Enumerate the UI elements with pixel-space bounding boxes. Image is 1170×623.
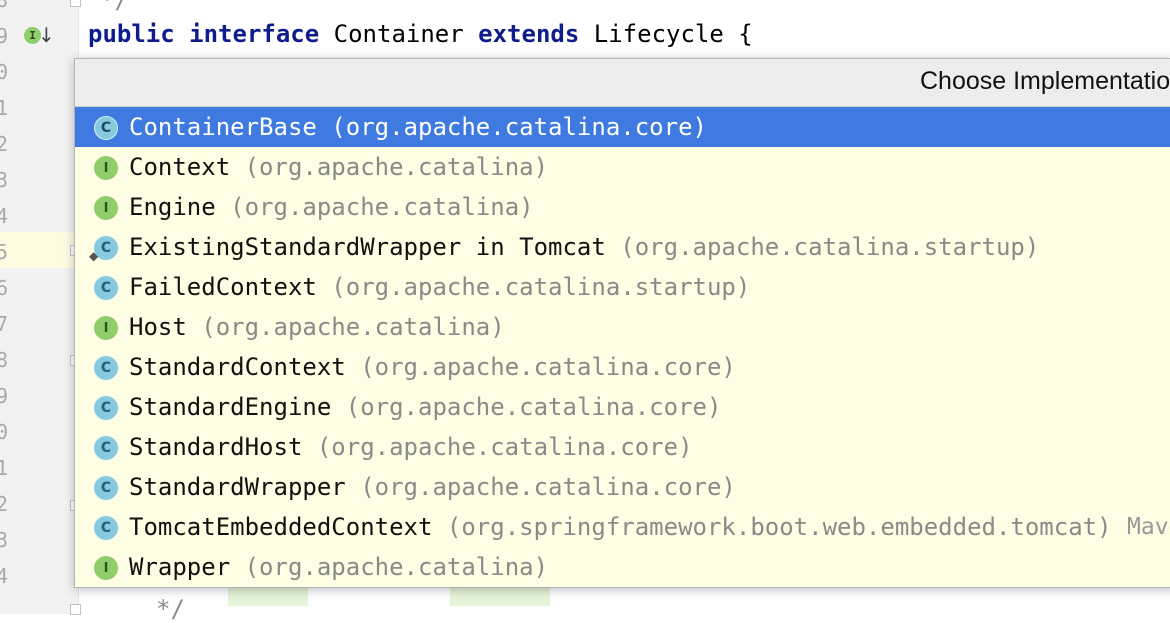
class-name: TomcatEmbeddedContext xyxy=(129,513,433,541)
interface-icon: I xyxy=(94,156,118,180)
interface-name: Container xyxy=(333,20,464,48)
class-name: Host xyxy=(129,313,187,341)
keyword: public xyxy=(88,20,175,48)
fold-marker[interactable] xyxy=(70,0,81,7)
code-line-interface-declaration[interactable]: public interface Container extends Lifec… xyxy=(88,20,753,48)
class-name: Context xyxy=(129,153,231,181)
keyword: interface xyxy=(189,20,320,48)
line-number: 2 xyxy=(0,132,8,156)
implementation-name: StandardWrapper (org.apache.catalina.cor… xyxy=(129,473,736,501)
interface-icon: I xyxy=(94,556,118,580)
line-number: 6 xyxy=(0,276,8,300)
class-name: Wrapper xyxy=(129,553,231,581)
implementation-name: FailedContext (org.apache.catalina.start… xyxy=(129,273,750,301)
line-number: 4 xyxy=(0,204,8,228)
class-icon: C xyxy=(94,396,118,420)
implementation-list-item[interactable]: I Host (org.apache.catalina) xyxy=(75,307,1170,347)
implementation-name: ContainerBase (org.apache.catalina.core) xyxy=(129,113,707,141)
implementation-list-item[interactable]: C StandardEngine (org.apache.catalina.cor… xyxy=(75,387,1170,427)
class-icon: C xyxy=(94,476,118,500)
class-name: StandardEngine xyxy=(129,393,332,421)
implementation-list-item[interactable]: C StandardHost (org.apache.catalina.core) xyxy=(75,427,1170,467)
code-highlight xyxy=(228,586,308,606)
package-name: (org.apache.catalina.core) xyxy=(360,473,736,501)
package-name: (org.apache.catalina) xyxy=(244,553,549,581)
line-number: 7 xyxy=(0,312,8,336)
implementation-name: StandardEngine (org.apache.catalina.core… xyxy=(129,393,721,421)
implementation-name: ExistingStandardWrapper in Tomcat (org.a… xyxy=(129,233,1039,261)
implementation-list-item[interactable]: C StandardWrapper (org.apache.catalina.co… xyxy=(75,467,1170,507)
code-comment-line: */ xyxy=(156,595,185,623)
module-label: Maven xyxy=(1127,514,1170,540)
keyword: extends xyxy=(478,20,580,48)
interface-icon: I xyxy=(94,196,118,220)
class-name: ExistingStandardWrapper in Tomcat xyxy=(129,233,606,261)
code-highlight xyxy=(450,586,550,606)
choose-implementation-popup: Choose Implementation C ContainerBase (or… xyxy=(74,58,1170,588)
class-icon: C xyxy=(94,356,118,380)
package-name: (org.apache.catalina.core) xyxy=(316,433,693,461)
editor-gutter xyxy=(0,0,78,614)
line-number: 0 xyxy=(0,60,8,84)
line-number: 1 xyxy=(0,96,8,120)
implementation-name: Context (org.apache.catalina) xyxy=(129,153,548,181)
package-name: (org.apache.catalina.startup) xyxy=(620,233,1040,261)
class-icon: C xyxy=(94,436,118,460)
class-icon: C xyxy=(94,116,118,140)
implementation-name: Wrapper (org.apache.catalina) xyxy=(129,553,548,581)
implementation-name: Host (org.apache.catalina) xyxy=(129,313,505,341)
implementation-list: C ContainerBase (org.apache.catalina.core… xyxy=(75,107,1170,587)
implementation-list-item[interactable]: I Engine (org.apache.catalina) xyxy=(75,187,1170,227)
package-name: (org.springframework.boot.web.embedded.t… xyxy=(446,513,1112,541)
implementation-list-item[interactable]: I Context (org.apache.catalina) xyxy=(75,147,1170,187)
interface-icon: I xyxy=(94,316,118,340)
line-number: 9 xyxy=(0,384,8,408)
class-name: Engine xyxy=(129,193,216,221)
package-name: (org.apache.catalina) xyxy=(230,193,534,221)
package-name: (org.apache.catalina.core) xyxy=(345,393,722,421)
class-name: StandardHost xyxy=(129,433,303,461)
implementation-name: Engine (org.apache.catalina) xyxy=(129,193,534,221)
implementation-name: StandardHost (org.apache.catalina.core) xyxy=(129,433,693,461)
package-name: (org.apache.catalina.core) xyxy=(360,353,736,381)
line-number: 1 xyxy=(0,456,8,480)
popup-header: Choose Implementation xyxy=(75,59,1170,107)
implementation-list-item[interactable]: C StandardContext (org.apache.catalina.co… xyxy=(75,347,1170,387)
package-name: (org.apache.catalina.startup) xyxy=(331,273,751,301)
line-number: 2 xyxy=(0,492,8,516)
class-name: ContainerBase xyxy=(129,113,317,141)
line-number: 3 xyxy=(0,168,8,192)
implementation-list-item[interactable]: C ◆ ExistingStandardWrapper in Tomcat (org… xyxy=(75,227,1170,267)
implementation-list-item[interactable]: C TomcatEmbeddedContext (org.springframew… xyxy=(75,507,1170,547)
implementation-name: StandardContext (org.apache.catalina.cor… xyxy=(129,353,736,381)
package-name: (org.apache.catalina.core) xyxy=(331,113,707,141)
line-number: 3 xyxy=(0,528,8,552)
fold-marker[interactable] xyxy=(70,604,81,615)
class-name: FailedContext xyxy=(129,273,317,301)
implementation-list-item[interactable]: C ContainerBase (org.apache.catalina.core… xyxy=(75,107,1170,147)
package-name: (org.apache.catalina) xyxy=(244,153,549,181)
popup-title: Choose Implementation xyxy=(920,67,1170,95)
line-number: 5 xyxy=(0,240,8,264)
implementation-name: TomcatEmbeddedContext (org.springframewo… xyxy=(129,513,1112,541)
go-to-implementation-arrow-icon[interactable]: ↓ xyxy=(38,23,55,47)
class-icon: C xyxy=(94,516,118,540)
parent-interface: Lifecycle { xyxy=(593,20,753,48)
package-name: (org.apache.catalina) xyxy=(201,313,505,341)
class-name: StandardContext xyxy=(129,353,346,381)
implementation-list-item[interactable]: I Wrapper (org.apache.catalina) xyxy=(75,547,1170,587)
inner-class-overlay-icon: ◆ xyxy=(89,249,99,263)
line-number: 0 xyxy=(0,420,8,444)
line-number: 4 xyxy=(0,564,8,588)
implementation-list-item[interactable]: C FailedContext (org.apache.catalina.star… xyxy=(75,267,1170,307)
line-number: 8 xyxy=(0,348,8,372)
line-number: 9 xyxy=(0,24,8,48)
class-name: StandardWrapper xyxy=(129,473,346,501)
code-comment-line: */ xyxy=(100,0,129,14)
current-line-highlight xyxy=(0,232,78,268)
class-icon: C xyxy=(94,276,118,300)
